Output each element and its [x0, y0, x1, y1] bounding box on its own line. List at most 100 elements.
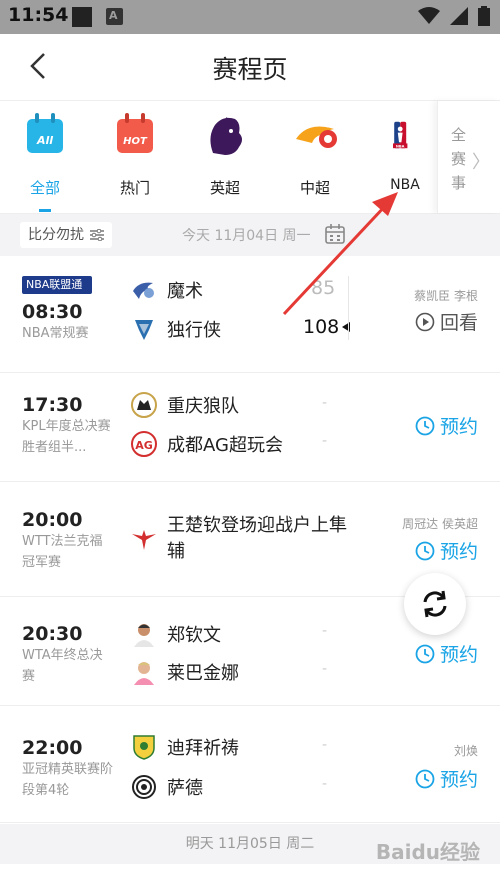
category-premier-league[interactable]: 英超 [185, 109, 265, 207]
match-time: 22:00 [22, 737, 83, 759]
home-team-name: 重庆狼队 [167, 396, 239, 417]
clock-icon [415, 416, 435, 435]
refresh-button[interactable] [404, 573, 466, 635]
match-league: WTA年终总决赛 [22, 648, 103, 684]
battery-icon [478, 6, 490, 26]
nba-league-pass-badge: NBA联盟通 [22, 276, 92, 294]
svg-text:NBA: NBA [396, 145, 405, 149]
home-team: 重庆狼队 [131, 391, 239, 419]
away-score: 108 [303, 316, 340, 338]
active-tab-indicator [39, 209, 51, 212]
all-competitions-label: 全赛事 [451, 126, 467, 192]
reserve-button[interactable]: 预约 [415, 412, 478, 439]
commentators: 周冠达 侯英超 [402, 517, 478, 531]
reserve-label: 预约 [439, 644, 478, 666]
home-score: - [322, 395, 328, 411]
home-team: 魔术 [131, 276, 203, 304]
away-team-name: 萨德 [167, 778, 203, 799]
category-all-label: 全部 [29, 179, 60, 197]
play-circle-icon [415, 312, 435, 331]
no-disturb-filter-button[interactable]: 比分勿扰 [20, 222, 112, 248]
match-league: NBA常规赛 [22, 326, 89, 341]
category-all[interactable]: All 全部 [5, 109, 85, 212]
away-team: 莱巴金娜 [131, 658, 239, 686]
away-team: AG 成都AG超玩会 [131, 430, 283, 458]
commentators: 蔡凯臣 李根 [414, 289, 478, 303]
header: 赛程页 [0, 34, 500, 101]
filter-label: 比分勿扰 [28, 227, 84, 243]
svg-text:AG: AG [135, 439, 153, 452]
watermark: Baidu经验 [375, 840, 480, 864]
category-hot[interactable]: HOT 热门 [95, 109, 175, 207]
china-team-logo-icon [132, 530, 156, 550]
match-time: 20:30 [22, 623, 83, 645]
category-premier-league-label: 英超 [209, 179, 240, 197]
reserve-label: 预约 [439, 541, 478, 563]
category-csl-label: 中超 [299, 179, 330, 197]
next-section [0, 864, 500, 888]
reserve-button[interactable]: 预约 [415, 537, 478, 564]
category-nba-label: NBA [390, 177, 420, 193]
nba-logo-icon: NBA [393, 121, 408, 149]
mavericks-logo-icon [135, 320, 153, 340]
category-hot-label: 热门 [119, 179, 150, 197]
all-calendar-icon: All [27, 113, 63, 153]
notification-a-icon: A [106, 8, 123, 25]
clock-icon [415, 769, 435, 788]
away-score: - [322, 661, 328, 677]
notification-square-icon [72, 7, 92, 27]
al-wasl-shield-icon [133, 735, 155, 760]
divider [348, 276, 349, 340]
replay-button[interactable]: 回看 [415, 308, 478, 335]
reserve-button[interactable]: 预约 [415, 765, 478, 792]
match-league: 亚冠精英联赛阶段第4轮 [22, 762, 114, 798]
magic-logo-icon [133, 282, 154, 299]
category-nba[interactable]: NBA NBA [365, 109, 445, 207]
match-league: KPL年度总决赛胜者组半... [22, 419, 111, 455]
calendar-icon[interactable] [325, 224, 345, 244]
match-time: 08:30 [22, 301, 83, 323]
date-bar: 比分勿扰 今天 11月04日 周一 [0, 214, 500, 256]
status-time: 11:54 [8, 4, 69, 26]
reserve-label: 预约 [439, 769, 478, 791]
reserve-label: 预约 [439, 416, 478, 438]
match-time: 20:00 [22, 509, 83, 531]
svg-text:HOT: HOT [123, 136, 148, 147]
match-time: 17:30 [22, 394, 83, 416]
today-date-label: 今天 11月04日 周一 [182, 228, 311, 244]
commentators: 刘焕 [453, 744, 478, 758]
all-competitions-button[interactable]: 全赛事 〉 [437, 101, 500, 213]
home-team: 迪拜祈祷 [131, 733, 239, 761]
away-team-name: 成都AG超玩会 [167, 435, 283, 456]
wifi-icon [418, 7, 440, 24]
filter-sliders-icon [90, 229, 104, 241]
away-team: 萨德 [131, 773, 203, 801]
replay-label: 回看 [439, 312, 478, 334]
csl-fire-ball-icon [296, 126, 337, 148]
wolves-logo-icon [131, 392, 157, 418]
away-score: - [322, 776, 328, 792]
away-team-name: 莱巴金娜 [167, 663, 239, 684]
clock-icon [415, 644, 435, 663]
home-score: - [322, 737, 328, 753]
status-bar: 11:54 A [0, 0, 500, 34]
category-bar: All 全部 HOT 热门 英超 中超 NBA NBA [0, 101, 500, 214]
home-team-name: 郑钦文 [167, 625, 221, 646]
player-avatar-icon [134, 624, 154, 647]
match-league: WTT法兰克福冠军赛 [22, 534, 103, 570]
reserve-button[interactable]: 预约 [415, 640, 478, 667]
away-team: 独行侠 [131, 315, 221, 343]
ag-logo-icon: AG [131, 431, 157, 457]
match-title: 王楚钦登场迎战户上隼辅 [167, 515, 347, 562]
al-sadd-logo-icon [132, 775, 156, 799]
clock-icon [415, 541, 435, 560]
category-csl[interactable]: 中超 [275, 109, 355, 207]
home-score: - [322, 623, 328, 639]
player-avatar-icon [134, 662, 154, 685]
home-team: 郑钦文 [131, 620, 221, 648]
home-score: 85 [311, 277, 336, 299]
signal-icon [450, 7, 468, 25]
away-team-name: 独行侠 [167, 320, 221, 341]
page-title: 赛程页 [212, 55, 288, 84]
chevron-right-icon: 〉 [472, 152, 490, 173]
